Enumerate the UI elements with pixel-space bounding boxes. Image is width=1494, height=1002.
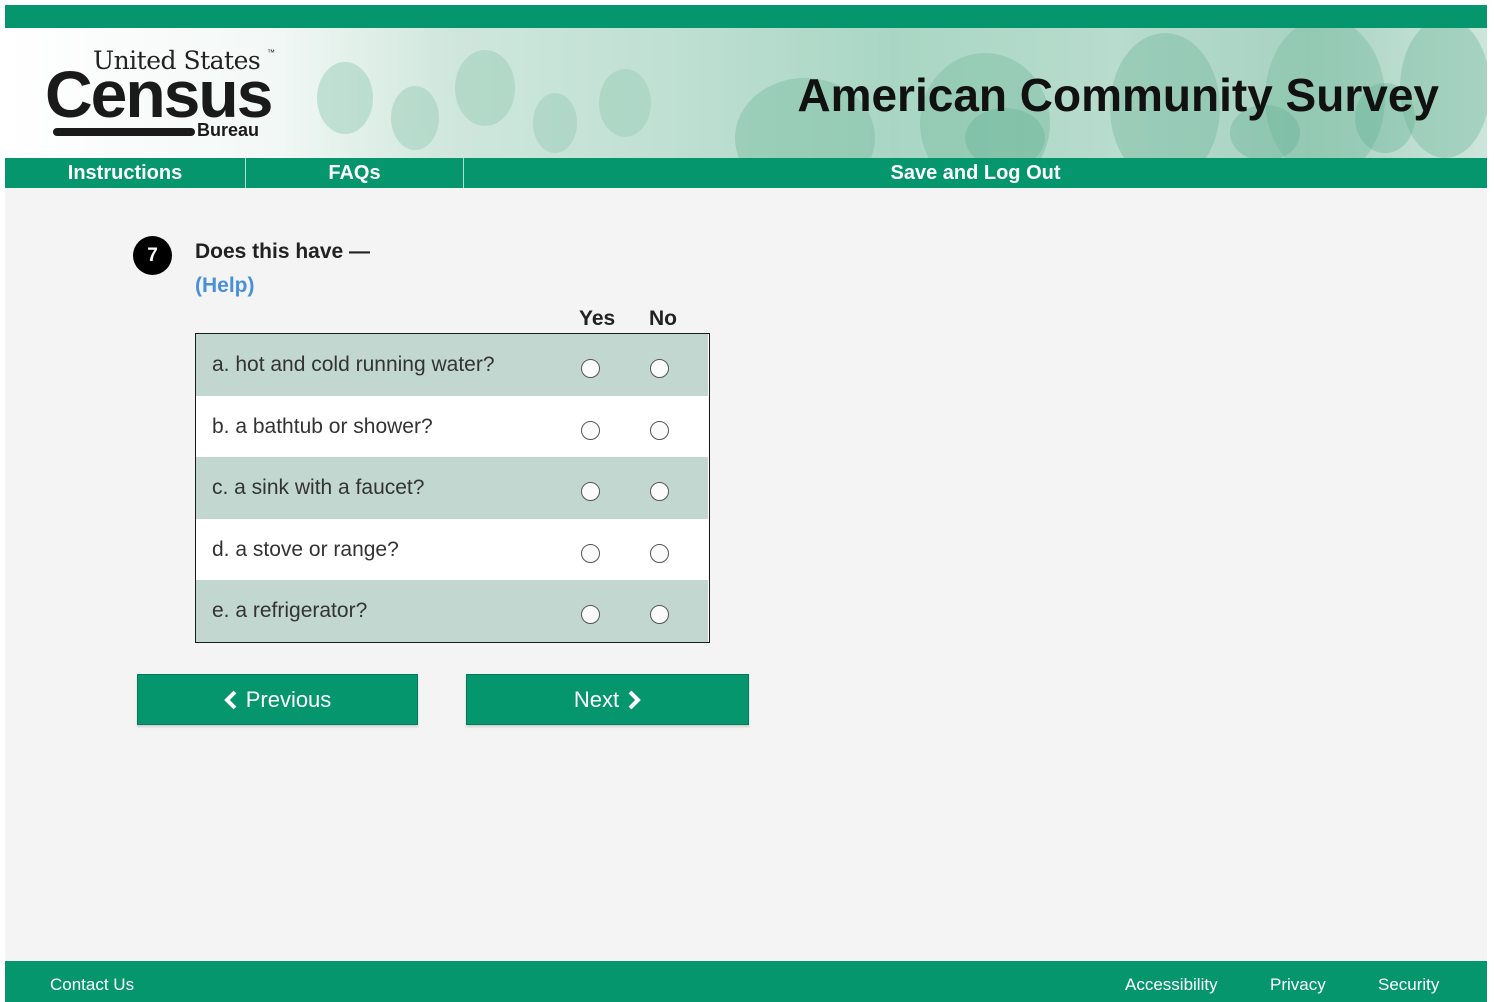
row-label: e. a refrigerator? — [212, 599, 368, 622]
question-row-b: b. a bathtub or shower? — [196, 396, 708, 458]
logo-census: Census — [45, 57, 273, 131]
radio-yes[interactable] — [581, 543, 600, 563]
radio-no[interactable] — [650, 605, 669, 624]
footer-security[interactable]: Security — [1378, 975, 1439, 995]
previous-label: Previous — [245, 686, 332, 712]
radio-yes[interactable] — [581, 420, 600, 440]
radio-yes[interactable] — [581, 482, 600, 501]
census-bureau-logo[interactable]: United States ™ Census Bureau — [45, 46, 285, 146]
page-frame: United States ™ Census Bureau American C… — [5, 5, 1487, 1002]
next-label: Next — [573, 686, 620, 712]
help-link[interactable]: (Help) — [195, 274, 255, 298]
nav-bar: Instructions FAQs Save and Log Out — [5, 158, 1487, 188]
footer-contact-us[interactable]: Contact Us — [50, 975, 134, 995]
question-row-e: e. a refrigerator? — [196, 580, 708, 642]
question-row-a: a. hot and cold running water? — [196, 334, 708, 396]
question-number-badge: 7 — [133, 236, 172, 275]
column-header-no: No — [649, 307, 677, 330]
footer-accessibility[interactable]: Accessibility — [1125, 975, 1218, 995]
header-banner: United States ™ Census Bureau American C… — [5, 28, 1487, 158]
logo-bar — [53, 128, 195, 136]
column-header-yes: Yes — [579, 307, 616, 330]
radio-no[interactable] — [650, 420, 669, 440]
previous-button[interactable]: Previous — [137, 674, 418, 725]
logo-bureau: Bureau — [197, 120, 260, 140]
radio-no[interactable] — [650, 482, 669, 501]
nav-faqs[interactable]: FAQs — [246, 158, 463, 188]
row-label: c. a sink with a faucet? — [212, 476, 425, 499]
question-grid: a. hot and cold running water? b. a bath… — [195, 333, 710, 643]
chevron-right-icon — [628, 690, 641, 709]
next-button[interactable]: Next — [466, 674, 749, 725]
row-label: a. hot and cold running water? — [212, 353, 495, 376]
footer-privacy[interactable]: Privacy — [1270, 975, 1326, 995]
nav-instructions[interactable]: Instructions — [5, 158, 245, 188]
question-text: Does this have — — [195, 240, 371, 263]
question-row-d: d. a stove or range? — [196, 519, 708, 581]
question-row-c: c. a sink with a faucet? — [196, 457, 708, 519]
top-bar — [5, 5, 1487, 28]
row-label: b. a bathtub or shower? — [212, 414, 433, 438]
radio-no[interactable] — [650, 543, 669, 563]
radio-no[interactable] — [650, 359, 669, 378]
chevron-left-icon — [223, 690, 237, 709]
radio-yes[interactable] — [581, 605, 600, 624]
radio-yes[interactable] — [581, 359, 600, 378]
row-label: d. a stove or range? — [212, 537, 399, 561]
footer-bar: Contact Us Accessibility Privacy Securit… — [5, 961, 1487, 1002]
nav-save-and-log-out[interactable]: Save and Log Out — [464, 158, 1487, 188]
survey-title: American Community Survey — [797, 69, 1439, 121]
logo-trademark: ™ — [267, 48, 275, 57]
